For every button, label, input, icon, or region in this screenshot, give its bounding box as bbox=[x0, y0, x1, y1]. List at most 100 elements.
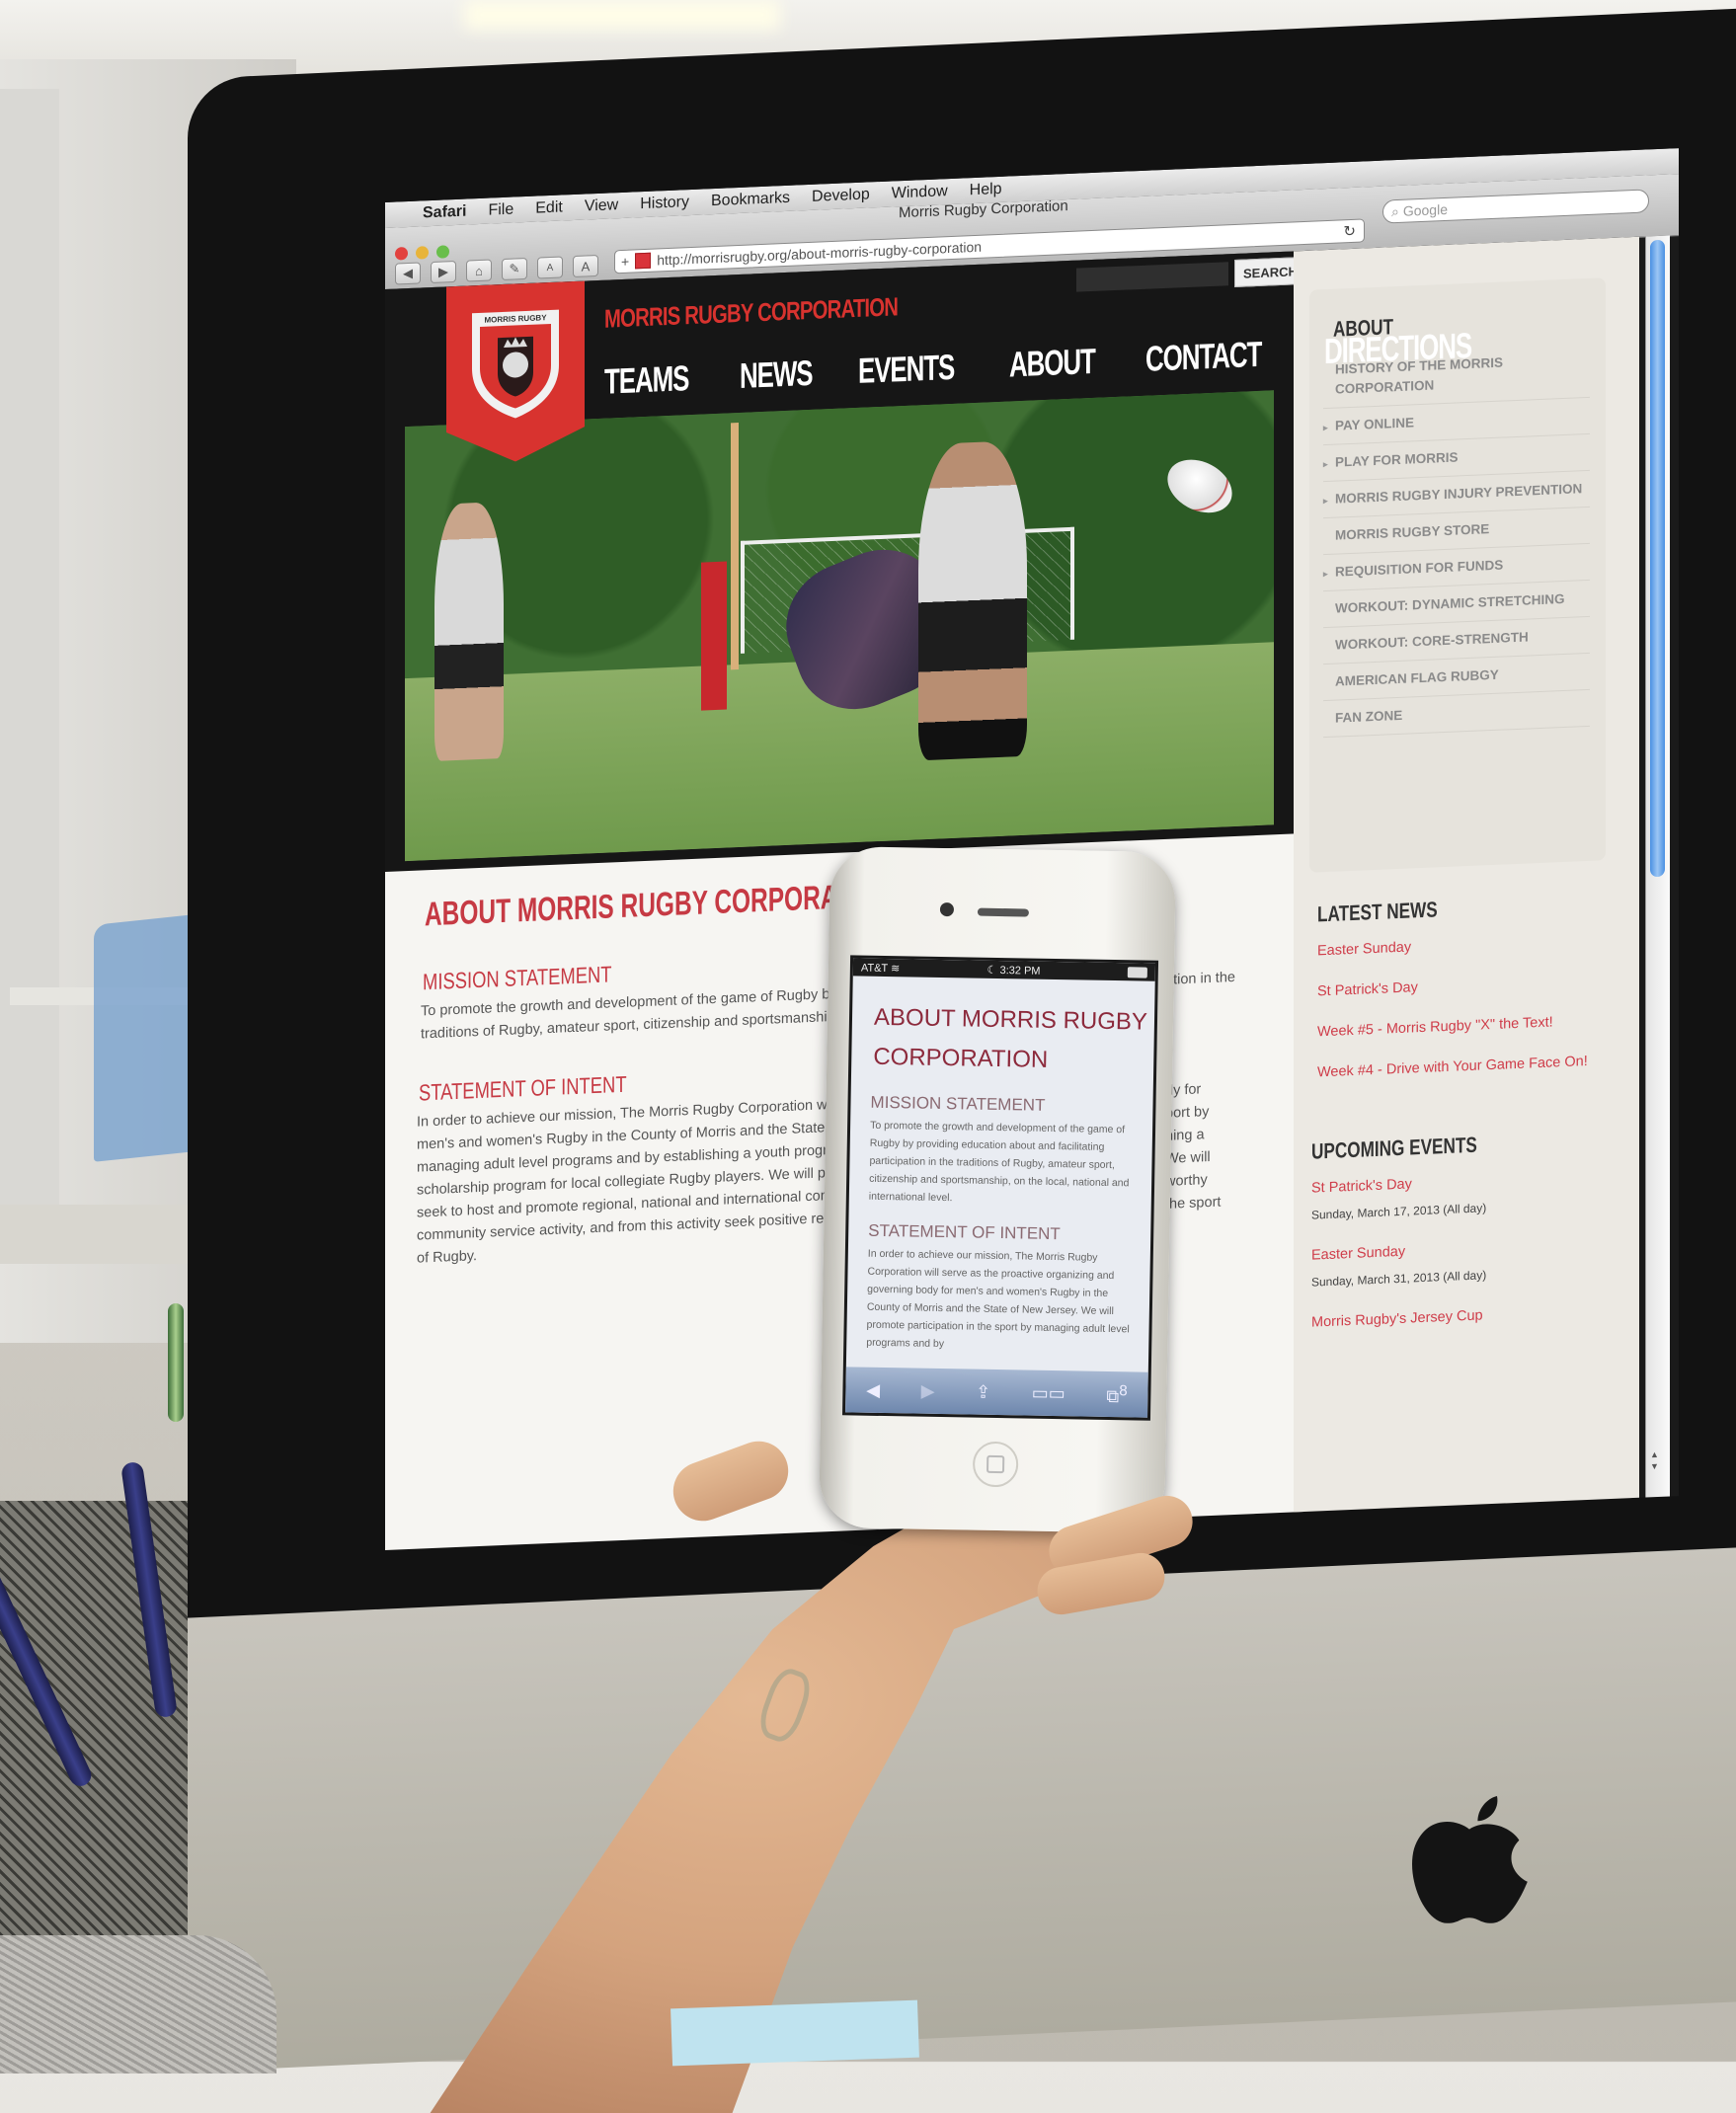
latest-news-heading: LATEST NEWS bbox=[1317, 897, 1438, 927]
carrier: AT&T bbox=[860, 962, 889, 975]
nav-directions[interactable]: DIRECTIONS bbox=[1324, 325, 1471, 372]
apple-logo-icon bbox=[1412, 1796, 1528, 1923]
about-menu-item-label: MORRIS RUGBY INJURY PREVENTION bbox=[1335, 481, 1583, 507]
event-item: Easter Sunday Sunday, March 31, 2013 (All… bbox=[1311, 1233, 1608, 1293]
phone-status-bar: AT&T ≋ ☾ 3:32 PM bbox=[852, 958, 1156, 981]
event-title[interactable]: Morris Rugby's Jersey Cup bbox=[1311, 1307, 1483, 1330]
menu-view[interactable]: View bbox=[585, 196, 618, 215]
arrow-right-icon: ▸ bbox=[1323, 458, 1328, 470]
site-search-input[interactable] bbox=[1076, 262, 1228, 292]
url-text[interactable]: http://morrisrugby.org/about-morris-rugb… bbox=[657, 239, 982, 269]
earpiece bbox=[977, 907, 1029, 917]
reload-icon[interactable]: ↻ bbox=[1343, 222, 1356, 241]
event-item: St Patrick's Day Sunday, March 17, 2013 (… bbox=[1311, 1166, 1608, 1226]
hero-image bbox=[405, 390, 1274, 862]
home-button[interactable] bbox=[972, 1441, 1019, 1488]
news-item[interactable]: Easter Sunday bbox=[1317, 929, 1614, 963]
tabs-button[interactable]: ⧉8 bbox=[1106, 1381, 1128, 1406]
mobile-page-heading: ABOUT MORRIS RUGBY CORPORATION bbox=[873, 998, 1154, 1082]
mobile-heading-line: ABOUT MORRIS RUGBY bbox=[873, 1003, 1148, 1036]
menu-file[interactable]: File bbox=[488, 201, 513, 220]
menu-develop[interactable]: Develop bbox=[812, 186, 870, 205]
forward-button[interactable]: ▶ bbox=[431, 260, 456, 284]
sidebar: ABOUT HISTORY OF THE MORRIS CORPORATION ▸… bbox=[1294, 236, 1639, 1535]
home-square-icon bbox=[986, 1454, 1005, 1474]
upcoming-events-heading: UPCOMING EVENTS bbox=[1311, 1132, 1477, 1164]
moon-icon: ☾ bbox=[986, 964, 997, 977]
menu-history[interactable]: History bbox=[640, 194, 689, 213]
about-menu-item-label: PLAY FOR MORRIS bbox=[1335, 449, 1459, 470]
tabs-icon: ⧉ bbox=[1106, 1385, 1120, 1406]
scrollbar-thumb[interactable] bbox=[1650, 239, 1665, 878]
mission-heading: MISSION STATEMENT bbox=[423, 961, 612, 995]
mobile-back-button[interactable]: ◀ bbox=[866, 1379, 880, 1400]
search-icon: ⌕ bbox=[1391, 202, 1399, 219]
event-title[interactable]: Easter Sunday bbox=[1311, 1244, 1405, 1264]
event-date: Sunday, March 31, 2013 (All day) bbox=[1311, 1268, 1487, 1290]
menu-window[interactable]: Window bbox=[892, 183, 948, 202]
mobile-heading-line: CORPORATION bbox=[873, 1043, 1049, 1073]
wall-panel bbox=[0, 89, 59, 1224]
close-window-button[interactable] bbox=[395, 247, 408, 261]
logo-banner[interactable]: MORRIS RUGBY bbox=[446, 281, 585, 465]
nav-about[interactable]: ABOUT bbox=[1009, 341, 1095, 386]
morris-rugby-crest-icon: MORRIS RUGBY bbox=[468, 305, 563, 424]
mobile-mission-heading: MISSION STATEMENT bbox=[870, 1092, 1046, 1115]
window-controls bbox=[395, 245, 449, 261]
home-button[interactable]: ⌂ bbox=[466, 259, 492, 282]
event-title[interactable]: St Patrick's Day bbox=[1311, 1176, 1412, 1196]
front-camera bbox=[939, 901, 955, 917]
page-scrollbar[interactable]: ▲ ▼ bbox=[1645, 235, 1670, 1501]
share-icon[interactable]: ⇪ bbox=[976, 1381, 990, 1402]
nav-events[interactable]: EVENTS bbox=[858, 347, 954, 392]
text-smaller-button[interactable]: A bbox=[537, 256, 563, 279]
site-title[interactable]: MORRIS RUGBY CORPORATION bbox=[604, 291, 898, 334]
zoom-window-button[interactable] bbox=[436, 245, 449, 259]
mobile-intent-text: In order to achieve our mission, The Mor… bbox=[866, 1247, 1130, 1351]
mobile-mission-text: To promote the growth and development of… bbox=[868, 1119, 1130, 1205]
tab-count: 8 bbox=[1119, 1381, 1128, 1399]
arrow-right-icon: ▸ bbox=[1323, 495, 1328, 507]
arrow-right-icon: ▸ bbox=[1323, 568, 1328, 580]
nav-contact[interactable]: CONTACT bbox=[1145, 334, 1261, 380]
about-menu-item-label: PAY ONLINE bbox=[1335, 415, 1415, 433]
nav-news[interactable]: NEWS bbox=[740, 352, 812, 397]
arrow-right-icon: ▸ bbox=[1323, 422, 1328, 433]
about-menu-item-label: AMERICAN FLAG RUBGY bbox=[1335, 666, 1499, 689]
menu-edit[interactable]: Edit bbox=[535, 198, 563, 217]
mobile-safari-toolbar: ◀ ▶ ⇪ ▭▭ ⧉8 bbox=[845, 1367, 1148, 1418]
mobile-intent-heading: STATEMENT OF INTENT bbox=[868, 1220, 1061, 1244]
about-menu-item-label: WORKOUT: DYNAMIC STRETCHING bbox=[1335, 590, 1565, 616]
battery-icon bbox=[1127, 966, 1147, 978]
text-bigger-button[interactable]: A bbox=[573, 254, 598, 278]
back-button[interactable]: ◀ bbox=[395, 262, 421, 285]
edit-icon[interactable]: ✎ bbox=[502, 257, 527, 281]
about-menu-item-label: REQUISITION FOR FUNDS bbox=[1335, 557, 1504, 580]
phone-clock: 3:32 PM bbox=[999, 964, 1041, 978]
nav-teams[interactable]: TEAMS bbox=[604, 357, 688, 403]
event-date: Sunday, March 17, 2013 (All day) bbox=[1311, 1201, 1487, 1222]
news-item[interactable]: Week #5 - Morris Rugby "X" the Text! bbox=[1317, 1010, 1614, 1044]
news-item[interactable]: Week #4 - Drive with Your Game Face On! bbox=[1317, 1051, 1614, 1084]
menu-bookmarks[interactable]: Bookmarks bbox=[711, 190, 790, 210]
about-menu-item-label: FAN ZONE bbox=[1335, 707, 1403, 726]
hero-usa-rugby-flag bbox=[701, 561, 727, 711]
menu-help[interactable]: Help bbox=[970, 181, 1002, 199]
minimize-window-button[interactable] bbox=[416, 246, 429, 260]
search-placeholder: Google bbox=[1402, 200, 1448, 219]
iphone: AT&T ≋ ☾ 3:32 PM ABOUT MORRIS RUGBY CORP… bbox=[819, 845, 1176, 1534]
favicon-icon bbox=[635, 252, 652, 270]
news-item[interactable]: St Patrick's Day bbox=[1317, 970, 1614, 1003]
upcoming-events-list: St Patrick's Day Sunday, March 17, 2013 (… bbox=[1311, 1166, 1608, 1354]
page-heading: ABOUT MORRIS RUGBY CORPORATION bbox=[425, 876, 895, 934]
add-bookmark-button[interactable]: + bbox=[621, 254, 629, 270]
site-search: SEARCH bbox=[1076, 256, 1306, 294]
scroll-arrows-icon[interactable]: ▲ ▼ bbox=[1650, 1448, 1659, 1472]
mobile-forward-button[interactable]: ▶ bbox=[920, 1380, 935, 1401]
about-menu-list: HISTORY OF THE MORRIS CORPORATION ▸ PAY ON… bbox=[1323, 341, 1590, 739]
about-menu-item-label: MORRIS RUGBY STORE bbox=[1335, 521, 1490, 543]
menu-safari[interactable]: Safari bbox=[423, 203, 466, 223]
google-search-field[interactable]: ⌕ Google bbox=[1382, 189, 1649, 224]
bookmarks-icon[interactable]: ▭▭ bbox=[1032, 1382, 1065, 1404]
event-item: Morris Rugby's Jersey Cup bbox=[1311, 1300, 1608, 1334]
